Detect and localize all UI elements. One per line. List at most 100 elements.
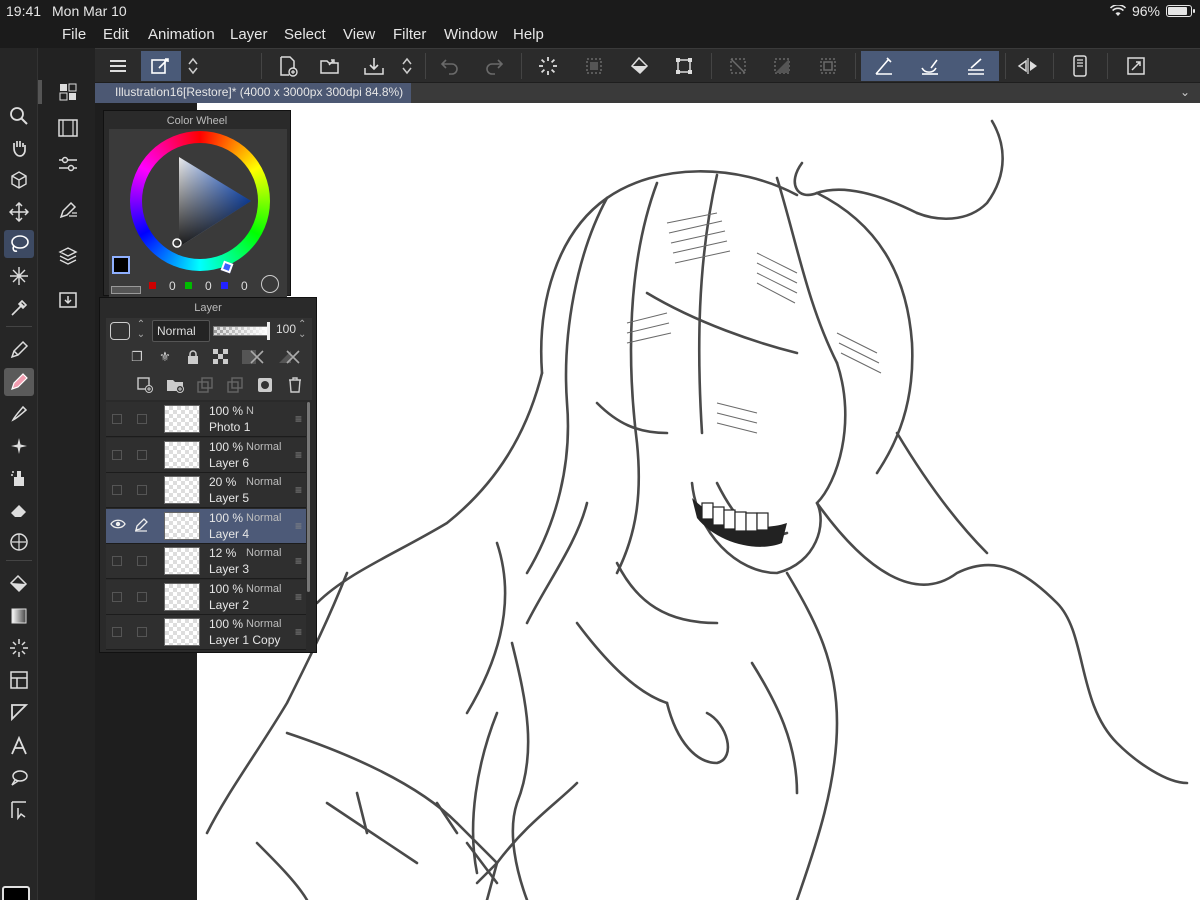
mask-enable-icon[interactable] <box>240 348 266 366</box>
opacity-slider-handle[interactable] <box>267 322 270 340</box>
eye-icon[interactable] <box>110 518 126 532</box>
chevron-down-icon[interactable]: ⌄ <box>1180 85 1190 99</box>
menu-file[interactable]: File <box>62 26 86 43</box>
transfer-down-icon[interactable] <box>196 376 214 394</box>
visibility-toggle[interactable] <box>112 449 122 460</box>
grid-snap-icon[interactable] <box>953 51 999 81</box>
new-canvas-icon[interactable] <box>271 51 305 81</box>
layer-menu-icon[interactable]: ≡ <box>295 590 302 604</box>
edit-target-icon[interactable] <box>134 517 148 532</box>
blend-mode-select[interactable]: Normal <box>152 320 210 342</box>
new-folder-icon[interactable] <box>166 376 184 394</box>
layer-row[interactable]: 20 % Normal Layer 5 ≡ <box>106 473 306 508</box>
layer-menu-icon[interactable]: ≡ <box>295 483 302 497</box>
special-ruler-snap-icon[interactable] <box>907 51 953 81</box>
document-tab[interactable]: Illustration16[Restore]* (4000 x 3000px … <box>95 83 412 103</box>
layer-menu-icon[interactable]: ≡ <box>295 625 302 639</box>
invert-selection-icon[interactable] <box>765 51 799 81</box>
color-mode-icon[interactable] <box>261 275 279 293</box>
hand-icon[interactable] <box>4 134 34 162</box>
redo-icon[interactable] <box>477 51 511 81</box>
tool-property-icon[interactable] <box>56 152 80 176</box>
reference-layer-icon[interactable]: ⚜ <box>156 348 174 366</box>
eyedropper-icon[interactable] <box>4 294 34 322</box>
layer-menu-icon[interactable]: ≡ <box>295 554 302 568</box>
color-set-icon[interactable] <box>56 80 80 104</box>
lasso-select-icon[interactable] <box>4 230 34 258</box>
material-icon[interactable] <box>56 288 80 312</box>
flip-horizontal-icon[interactable] <box>1011 51 1045 81</box>
blend-icon[interactable] <box>4 528 34 556</box>
fill-bucket-icon[interactable] <box>4 570 34 598</box>
layer-menu-icon[interactable]: ≡ <box>295 412 302 426</box>
lock-toggle[interactable] <box>137 485 147 495</box>
saturation-triangle[interactable] <box>149 153 259 253</box>
zoom-icon[interactable] <box>4 102 34 130</box>
figure-icon[interactable] <box>4 634 34 662</box>
ruler-show-icon[interactable] <box>276 348 302 366</box>
visibility-toggle[interactable] <box>112 414 122 424</box>
clear-icon[interactable] <box>577 51 611 81</box>
visibility-toggle[interactable] <box>112 627 122 637</box>
airbrush-icon[interactable] <box>4 464 34 492</box>
opacity-slider[interactable] <box>213 326 269 336</box>
operation-icon[interactable] <box>4 796 34 824</box>
layer-list-scrollbar[interactable] <box>307 402 310 592</box>
lock-toggle[interactable] <box>137 556 147 566</box>
opacity-stepper-icon[interactable]: ⌃ ⌄ <box>298 320 306 340</box>
lock-toggle[interactable] <box>137 627 147 637</box>
up-down-arrows-icon[interactable] <box>183 51 203 81</box>
layer-menu-icon[interactable]: ≡ <box>295 448 302 462</box>
layer-menu-icon[interactable]: ≡ <box>295 519 302 533</box>
main-color-chip[interactable] <box>112 256 130 274</box>
clip-layer-icon[interactable]: ❐ <box>128 348 146 366</box>
sub-tool-icon[interactable] <box>56 198 80 222</box>
visibility-toggle[interactable] <box>112 556 122 566</box>
brush-icon[interactable] <box>4 400 34 428</box>
lock-toggle[interactable] <box>137 449 147 460</box>
layer-row[interactable]: 100 % Normal Layer 1 Copy ≡ <box>106 615 306 650</box>
hue-handle[interactable] <box>220 260 234 274</box>
magic-wand-icon[interactable] <box>4 262 34 290</box>
quick-access-icon[interactable] <box>141 51 181 81</box>
layer-row[interactable]: 100 % Normal Layer 4 ≡ <box>106 508 306 544</box>
add-mask-icon[interactable] <box>256 376 274 394</box>
pencil-icon[interactable] <box>4 368 34 396</box>
up-down-arrows-icon[interactable]: ⌃ ⌄ <box>134 320 148 342</box>
lock-toggle[interactable] <box>137 591 147 602</box>
animation-timeline-icon[interactable] <box>56 116 80 140</box>
transparent-chip[interactable] <box>111 286 141 294</box>
menu-view[interactable]: View <box>343 26 375 43</box>
text-icon[interactable] <box>4 732 34 760</box>
smartphone-icon[interactable] <box>1063 51 1097 81</box>
gradient-icon[interactable] <box>4 602 34 630</box>
drawing-canvas[interactable] <box>197 103 1200 900</box>
dock-handle[interactable] <box>38 80 42 104</box>
menu-layer[interactable]: Layer <box>230 26 268 43</box>
layer-row[interactable]: 12 % Normal Layer 3 ≡ <box>106 544 306 579</box>
open-folder-icon[interactable] <box>313 51 347 81</box>
balloon-icon[interactable] <box>4 764 34 792</box>
loading-icon[interactable] <box>531 51 565 81</box>
pen-icon[interactable] <box>4 336 34 364</box>
menu-edit[interactable]: Edit <box>103 26 129 43</box>
up-down-arrows-icon[interactable] <box>397 51 417 81</box>
lock-toggle[interactable] <box>137 414 147 424</box>
fill-icon[interactable] <box>623 51 657 81</box>
lock-icon[interactable] <box>184 348 202 366</box>
menu-window[interactable]: Window <box>444 26 497 43</box>
ruler-snap-icon[interactable] <box>861 51 907 81</box>
new-raster-layer-icon[interactable] <box>136 376 154 394</box>
undo-icon[interactable] <box>433 51 467 81</box>
visibility-toggle[interactable] <box>112 485 122 495</box>
move-icon[interactable] <box>4 198 34 226</box>
layer-row[interactable]: 100 % Normal Layer 6 ≡ <box>106 437 306 473</box>
menu-select[interactable]: Select <box>284 26 326 43</box>
delete-layer-icon[interactable] <box>286 376 304 394</box>
layer-row[interactable]: 100 % N Photo 1 ≡ <box>106 402 306 437</box>
main-color-swatch[interactable] <box>2 886 30 900</box>
transform-icon[interactable] <box>667 51 701 81</box>
menu-icon[interactable] <box>101 51 135 81</box>
selection-border-icon[interactable] <box>811 51 845 81</box>
palette-color-icon[interactable] <box>110 322 130 340</box>
